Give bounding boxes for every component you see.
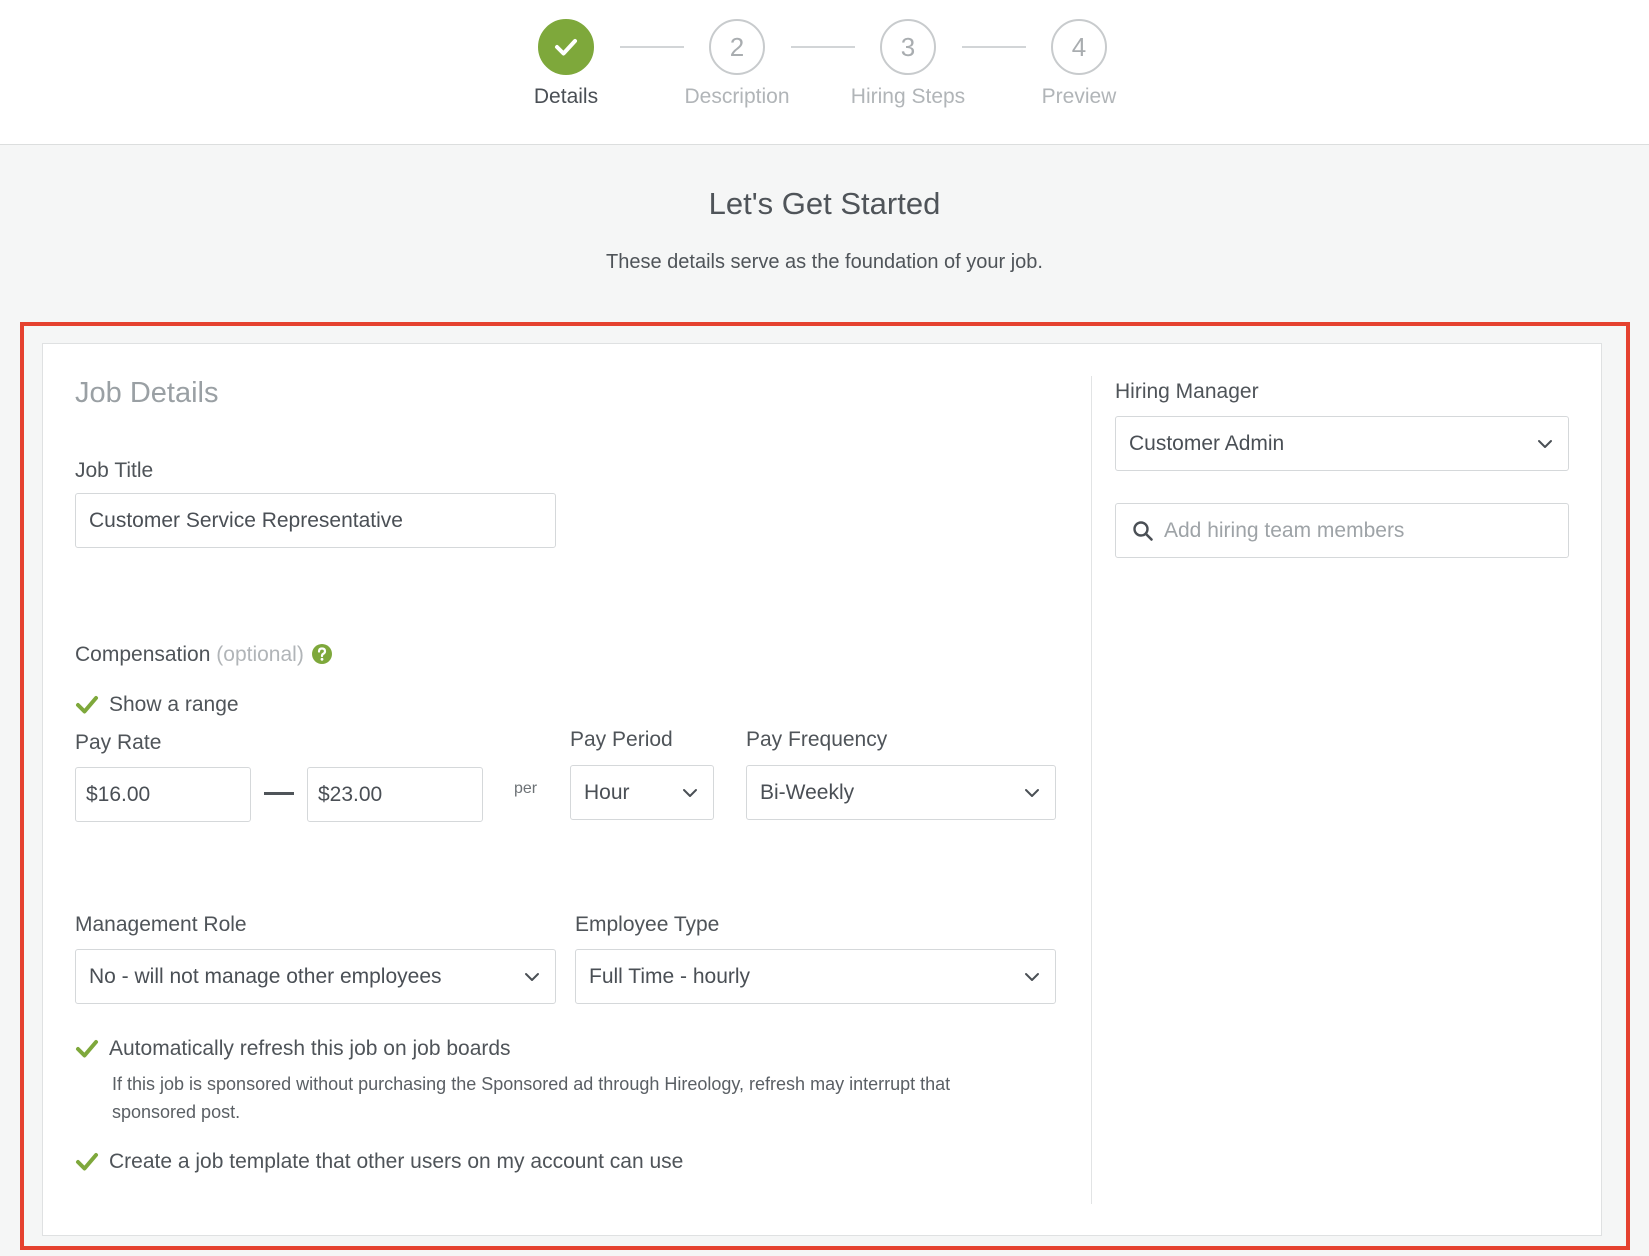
step-label: Description [684, 85, 790, 108]
pay-rate-label: Pay Rate [75, 731, 162, 754]
column-divider [1091, 376, 1092, 1204]
show-range-checkbox[interactable]: Show a range [75, 693, 239, 717]
employee-type-label: Employee Type [575, 913, 720, 936]
hiring-manager-label: Hiring Manager [1115, 380, 1259, 403]
show-range-label: Show a range [109, 693, 239, 716]
step-number: 4 [1051, 19, 1107, 75]
chevron-down-icon [1538, 440, 1552, 448]
pay-frequency-label: Pay Frequency [746, 728, 888, 751]
job-template-label: Create a job template that other users o… [109, 1150, 684, 1173]
chevron-down-icon [525, 973, 539, 981]
step-hiring-steps[interactable]: 3 Hiring Steps [828, 19, 988, 109]
search-icon [1133, 520, 1153, 541]
hiring-team-search-input[interactable]: Add hiring team members [1115, 503, 1569, 558]
management-role-select[interactable]: No - will not manage other employees [75, 949, 556, 1004]
progress-stepper: Details 2 Description 3 Hiring Steps 4 P… [0, 0, 1649, 145]
page-title: Let's Get Started [708, 186, 941, 221]
pay-rate-min-input[interactable]: $16.00 [75, 767, 251, 822]
checkmark-icon [76, 1040, 98, 1058]
chevron-down-icon [1025, 789, 1039, 797]
checkmark-icon [538, 19, 594, 75]
pay-rate-max-value: $23.00 [318, 782, 383, 806]
step-number: 2 [709, 19, 765, 75]
pay-rate-max-input[interactable]: $23.00 [307, 767, 483, 822]
pay-frequency-value: Bi-Weekly [760, 780, 855, 804]
job-title-value: Customer Service Representative [89, 508, 403, 532]
optional-tag: (optional) [216, 643, 304, 666]
hiring-manager-value: Customer Admin [1129, 431, 1285, 455]
step-number: 3 [880, 19, 936, 75]
section-title: Job Details [75, 377, 219, 409]
checkmark-icon [76, 1153, 98, 1171]
hiring-manager-select[interactable]: Customer Admin [1115, 416, 1569, 471]
chevron-down-icon [1025, 973, 1039, 981]
employee-type-select[interactable]: Full Time - hourly [575, 949, 1056, 1004]
per-label: per [514, 780, 538, 797]
pay-period-value: Hour [584, 780, 630, 804]
compensation-label-text: Compensation [75, 643, 211, 666]
pay-frequency-select[interactable]: Bi-Weekly [746, 765, 1056, 820]
step-description[interactable]: 2 Description [657, 19, 817, 109]
management-role-value: No - will not manage other employees [89, 964, 442, 988]
job-title-label: Job Title [75, 459, 154, 482]
step-label: Preview [1041, 85, 1117, 108]
pay-period-select[interactable]: Hour [570, 765, 714, 820]
help-icon[interactable] [311, 643, 333, 665]
hiring-team-placeholder: Add hiring team members [1164, 518, 1405, 542]
pay-period-label: Pay Period [570, 728, 673, 751]
job-template-checkbox[interactable]: Create a job template that other users o… [75, 1150, 683, 1174]
step-details[interactable]: Details [486, 19, 646, 109]
employee-type-value: Full Time - hourly [589, 964, 751, 988]
step-preview[interactable]: 4 Preview [999, 19, 1159, 109]
step-label: Hiring Steps [850, 85, 966, 108]
step-label: Details [533, 85, 599, 108]
job-title-input[interactable]: Customer Service Representative [75, 493, 556, 548]
range-dash [264, 792, 294, 795]
page-subtitle: These details serve as the foundation of… [606, 251, 1043, 273]
checkmark-icon [76, 696, 98, 714]
auto-refresh-label: Automatically refresh this job on job bo… [109, 1037, 511, 1060]
auto-refresh-help: If this job is sponsored without purchas… [112, 1074, 951, 1122]
compensation-label: Compensation (optional) [75, 643, 304, 667]
management-role-label: Management Role [75, 913, 247, 936]
pay-rate-min-value: $16.00 [86, 782, 151, 806]
auto-refresh-checkbox[interactable]: Automatically refresh this job on job bo… [75, 1037, 511, 1061]
chevron-down-icon [683, 789, 697, 797]
